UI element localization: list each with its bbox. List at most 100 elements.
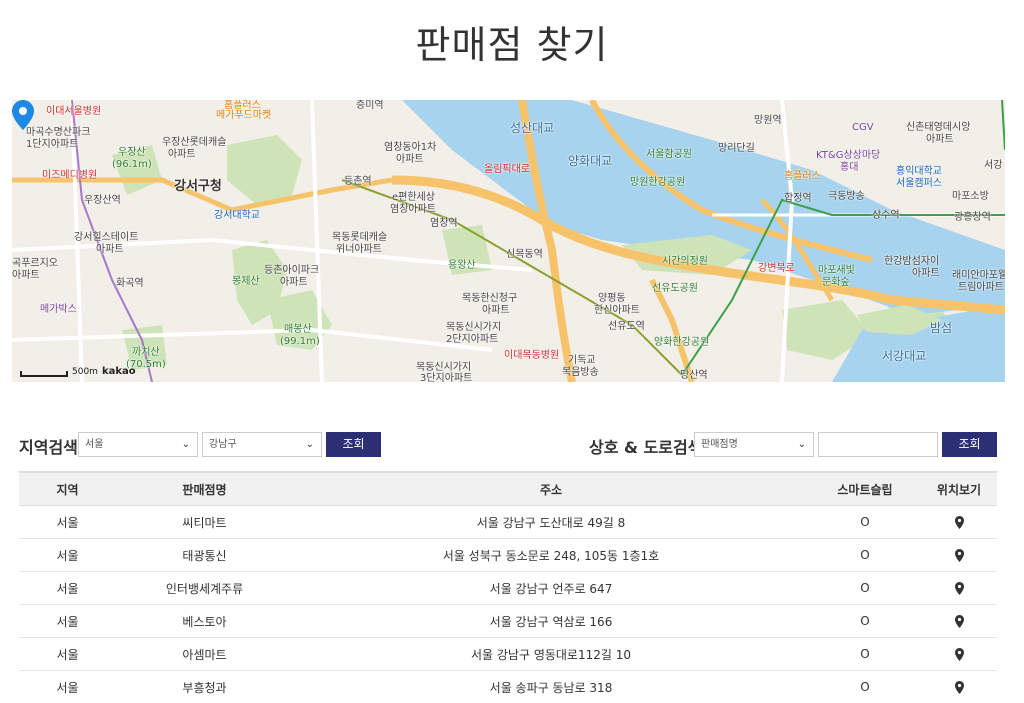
map-label: 아파트 [926, 134, 954, 145]
page-title: 판매점 찾기 [415, 23, 609, 67]
map-label: 양화한강공원 [654, 337, 710, 348]
cell-store-name: 베스토아 [182, 614, 227, 629]
header-smart-slip: 스마트슬립 [837, 482, 893, 497]
map-marker-icon [954, 581, 964, 595]
cell-store-name: 인터뱅세계주류 [165, 581, 244, 596]
cell-store-name: 부흥청과 [182, 680, 227, 695]
map-label: 화곡역 [116, 278, 144, 289]
map-label: 상수역 [872, 210, 900, 221]
map-label: KT&G상상마당 [816, 150, 881, 161]
map-label: 봉제산 [232, 276, 260, 287]
city-select[interactable]: 서울 ⌄ [78, 432, 198, 457]
cell-smart-slip: O [860, 548, 870, 562]
map-label: 망리단길 [718, 143, 755, 154]
table-row: 서울 아셈마트 서울 강남구 영동대로112길 10 O [19, 638, 997, 671]
map-pin-icon[interactable] [12, 100, 34, 130]
chevron-down-icon: ⌄ [305, 439, 314, 450]
location-button[interactable] [921, 539, 997, 571]
map-label: 곡푸르지오 [12, 258, 58, 269]
map-label: 까치산 [132, 347, 160, 358]
map-label: 한강밤섬자이 [884, 256, 940, 267]
cell-address: 서울 강남구 언주로 647 [489, 581, 613, 596]
district-select[interactable]: 강남구 ⌄ [202, 432, 322, 457]
map-label: 강서대학교 [214, 210, 260, 221]
map-label: 염창아파트 [390, 204, 436, 215]
location-button[interactable] [921, 605, 997, 637]
search-bar: 지역검색 서울 ⌄ 강남구 ⌄ 조회 상호 & 도로검색 판매점명 ⌄ 조회 [19, 432, 997, 457]
map-marker-icon [954, 680, 964, 694]
map-label: CGV [852, 122, 874, 133]
map-label: 아파트 [280, 277, 308, 288]
region-search-button[interactable]: 조회 [326, 432, 381, 457]
map-label: 마곡수명산파크 [26, 127, 91, 138]
cell-address: 서울 강남구 영동대로112길 10 [470, 647, 632, 662]
map-label: 홈플러스 [784, 171, 821, 182]
map-label: 아파트 [912, 268, 940, 279]
map-label: 마포새빛 [818, 265, 855, 276]
table-row: 서울 태광통신 서울 성북구 동소문로 248, 105동 1층1호 O [19, 539, 997, 572]
map-label: 양평동 [598, 293, 626, 304]
map-label: 선유도역 [608, 321, 645, 332]
table-row: 서울 씨티마트 서울 강남구 도산대로 49길 8 O [19, 506, 997, 539]
header-location: 위치보기 [936, 482, 982, 497]
map-label: 증미역 [356, 100, 384, 111]
map-label: 서울캠퍼스 [896, 178, 942, 189]
region-search-title: 지역검색 [19, 438, 78, 457]
location-button[interactable] [921, 572, 997, 604]
map-label: 아파트 [396, 154, 424, 165]
search-type-select[interactable]: 판매점명 ⌄ [694, 432, 814, 457]
location-button[interactable] [921, 638, 997, 670]
cell-smart-slip: O [860, 647, 870, 661]
header-region: 지역 [56, 482, 79, 497]
map-label: 메가푸드마켓 [216, 110, 272, 121]
cell-address: 서울 강남구 역삼로 166 [489, 614, 613, 629]
map-label: 선유도공원 [652, 283, 698, 294]
search-type-value: 판매점명 [701, 439, 738, 450]
map-label: 문화숲 [822, 277, 850, 288]
cell-region: 서울 [56, 548, 79, 563]
map-label: 망원역 [754, 115, 782, 126]
cell-smart-slip: O [860, 680, 870, 694]
map-label: 마포소방 [952, 191, 989, 202]
chevron-down-icon: ⌄ [797, 439, 806, 450]
cell-region: 서울 [56, 515, 79, 530]
cell-smart-slip: O [860, 581, 870, 595]
map-label: 성산대교 [510, 121, 555, 135]
map-label: 극동방송 [828, 191, 865, 202]
store-table: 지역 판매점명 주소 스마트슬립 위치보기 서울 씨티마트 서울 강남구 도산대… [19, 471, 997, 703]
map-label: 홍익대학교 [896, 166, 942, 177]
store-search-input[interactable] [818, 432, 938, 457]
map-label: 2단지아파트 [446, 334, 499, 345]
scale-bar [20, 371, 68, 377]
store-map[interactable]: 이대서울병원 마곡수명산파크 1단지아파트 미즈메디병원 우장산역 우장산 (9… [12, 100, 1005, 382]
cell-store-name: 씨티마트 [182, 515, 227, 530]
map-marker-icon [954, 515, 964, 529]
map-label: 아파트 [12, 270, 40, 281]
map-label: 1단지아파트 [26, 139, 79, 150]
cell-region: 서울 [56, 581, 79, 596]
district-select-value: 강남구 [209, 439, 237, 450]
map-label: (99.1m) [280, 336, 320, 347]
map-label: 이대목동병원 [504, 350, 560, 361]
map-label: 등촌아이파크 [264, 265, 320, 276]
cell-store-name: 아셈마트 [182, 647, 227, 662]
store-search-title: 상호 & 도로검색 [589, 438, 703, 457]
map-label: 기독교 [568, 355, 596, 366]
chevron-down-icon: ⌄ [181, 439, 190, 450]
map-label: 밤섬 [930, 321, 953, 335]
table-header: 지역 판매점명 주소 스마트슬립 위치보기 [19, 473, 997, 506]
location-button[interactable] [921, 506, 997, 538]
location-button[interactable] [921, 671, 997, 703]
map-label: 당산역 [680, 370, 708, 381]
map-label: 아파트 [96, 244, 124, 255]
table-row: 서울 베스토아 서울 강남구 역삼로 166 O [19, 605, 997, 638]
map-label: 3단지아파트 [420, 373, 473, 382]
cell-address: 서울 강남구 도산대로 49길 8 [476, 515, 626, 530]
map-label: e편한세상 [392, 192, 435, 203]
store-search-button[interactable]: 조회 [942, 432, 997, 457]
cell-region: 서울 [56, 614, 79, 629]
map-label: 시간의정원 [662, 256, 708, 267]
map-label: 용왕산 [448, 260, 476, 271]
cell-store-name: 태광통신 [182, 548, 227, 563]
map-label: 아파트 [168, 149, 196, 160]
